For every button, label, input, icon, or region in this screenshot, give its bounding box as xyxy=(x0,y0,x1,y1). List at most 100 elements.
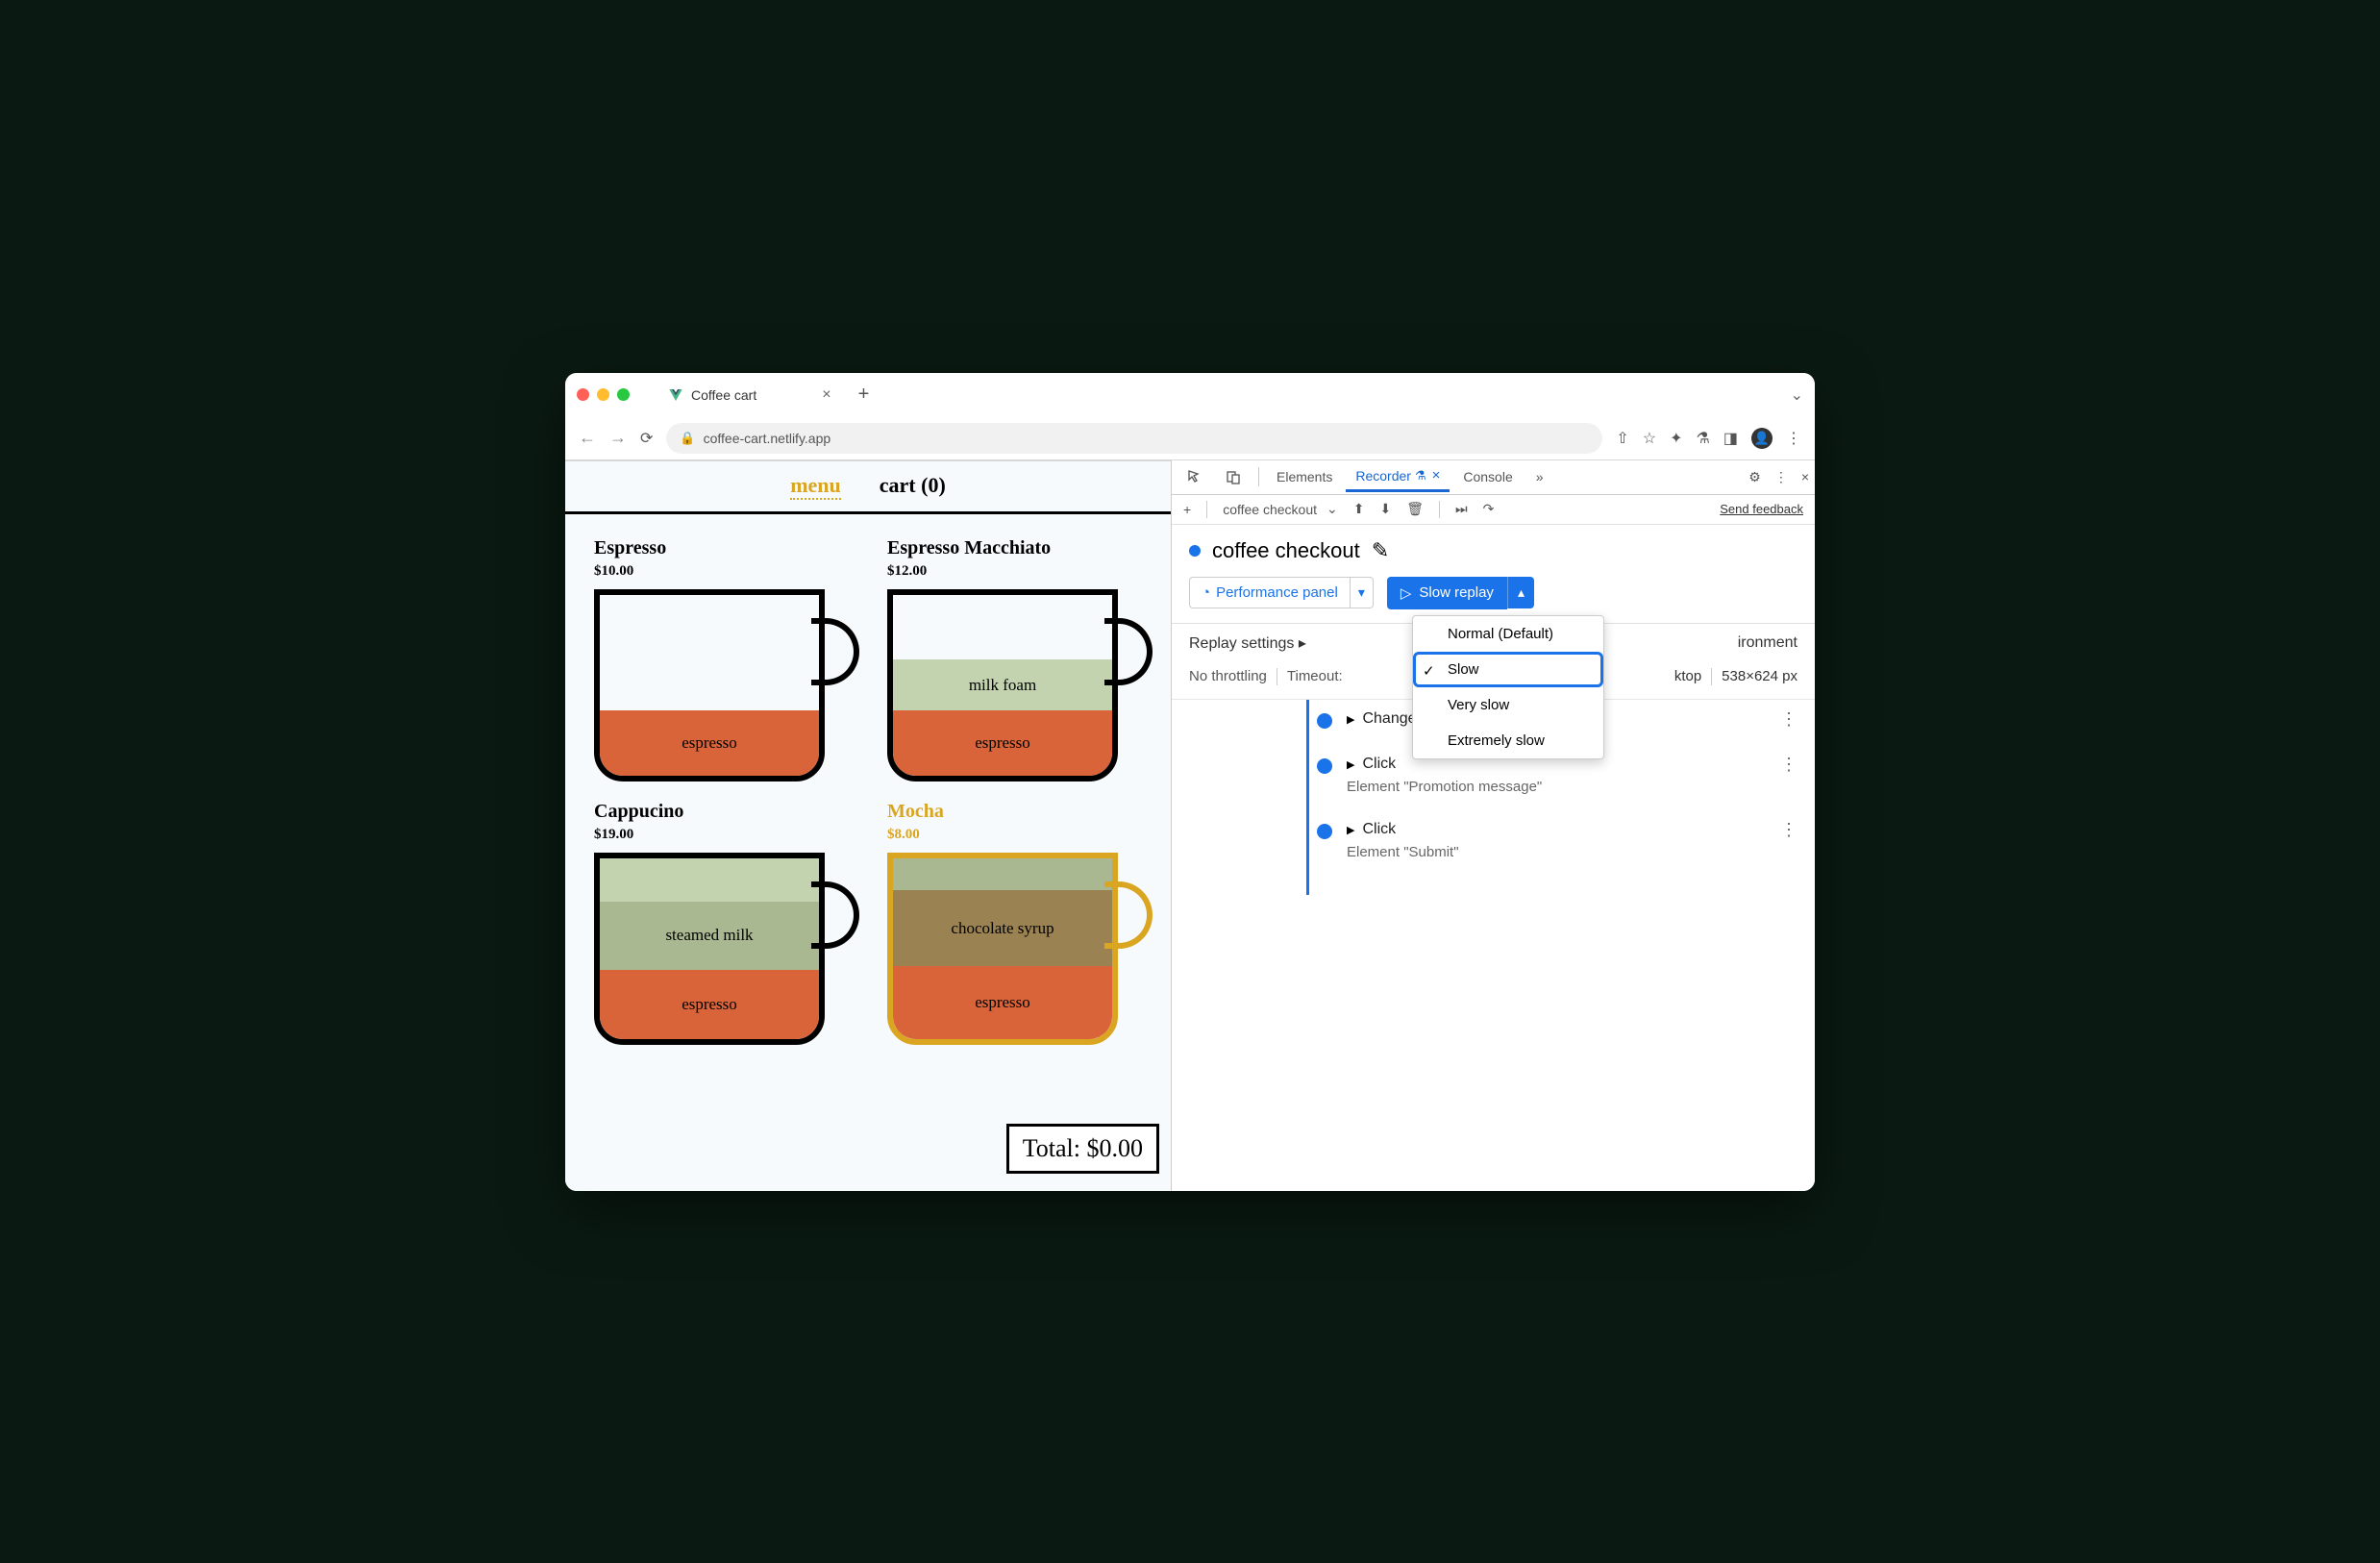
product-card[interactable]: Espresso Macchiato $12.00 milk foamespre… xyxy=(887,537,1142,782)
browser-tab[interactable]: Coffee cart × xyxy=(657,381,843,409)
step-dot xyxy=(1317,758,1332,774)
cup-layer: espresso xyxy=(600,710,819,776)
product-grid: Espresso $10.00 espresso Espresso Macchi… xyxy=(565,514,1171,1068)
speed-option[interactable]: Very slow xyxy=(1413,687,1603,723)
close-window-button[interactable] xyxy=(577,388,589,401)
step-over-icon[interactable]: ↷ xyxy=(1483,501,1495,517)
expand-icon[interactable]: ▶ xyxy=(1347,713,1354,726)
cup-graphic: milk foamespresso xyxy=(887,589,1118,782)
browser-window: Coffee cart × + ⌄ ← → ⟳ 🔒 coffee-cart.ne… xyxy=(565,373,1815,1191)
lock-icon: 🔒 xyxy=(680,431,695,446)
forward-button[interactable]: → xyxy=(609,428,627,448)
step-subtitle: Element "Promotion message" xyxy=(1347,779,1797,795)
delete-icon[interactable]: 🗑 xyxy=(1406,501,1424,517)
step-menu-icon[interactable]: ⋮ xyxy=(1780,820,1797,840)
tab-elements[interactable]: Elements xyxy=(1267,463,1342,490)
recorder-toolbar: + coffee checkout ⌄ ⬆ ⬇ 🗑 ⏭ ↷ Send feedb… xyxy=(1172,495,1815,525)
nav-menu-link[interactable]: menu xyxy=(790,473,841,500)
inspect-icon[interactable] xyxy=(1178,463,1212,490)
product-card[interactable]: Espresso $10.00 espresso xyxy=(594,537,849,782)
step-menu-icon[interactable]: ⋮ xyxy=(1780,755,1797,775)
recorder-step[interactable]: ▶ Click ⋮ Element "Promotion message" xyxy=(1189,755,1797,795)
product-price: $10.00 xyxy=(594,563,849,580)
cup-layer: steamed milk xyxy=(600,902,819,970)
timeout-label: Timeout: xyxy=(1287,668,1343,684)
replay-dropdown-button[interactable]: ▴ xyxy=(1507,577,1534,608)
extensions-icon[interactable]: ✦ xyxy=(1670,429,1682,448)
minimize-window-button[interactable] xyxy=(597,388,609,401)
content-area: menu cart (0) Espresso $10.00 espresso E… xyxy=(565,460,1815,1191)
window-controls xyxy=(577,388,630,401)
back-button[interactable]: ← xyxy=(579,428,596,448)
performance-panel-button[interactable]: ◔ Performance panel xyxy=(1189,577,1351,608)
product-price: $12.00 xyxy=(887,563,1142,580)
tab-recorder[interactable]: Recorder ⚗ × xyxy=(1346,461,1450,492)
cup-layer: chocolate syrup xyxy=(893,890,1112,966)
devtools-menu-icon[interactable]: ⋮ xyxy=(1774,469,1788,485)
reload-button[interactable]: ⟳ xyxy=(640,429,653,448)
tabs-dropdown-icon[interactable]: ⌄ xyxy=(1791,385,1803,405)
recording-name: coffee checkout xyxy=(1223,502,1317,517)
product-name: Cappucino xyxy=(594,801,849,823)
more-tabs-icon[interactable]: » xyxy=(1526,463,1553,490)
speed-option[interactable]: ✓Slow xyxy=(1413,652,1603,687)
dimensions-value: 538×624 px xyxy=(1722,668,1797,684)
product-card[interactable]: Cappucino $19.00 milk foamsteamed milkes… xyxy=(594,801,849,1045)
export-icon[interactable]: ⬆ xyxy=(1353,501,1365,517)
close-tab-icon[interactable]: × xyxy=(1432,467,1441,484)
product-card[interactable]: Mocha $8.00 whipped creamsteamed milkcho… xyxy=(887,801,1142,1045)
browser-toolbar: ← → ⟳ 🔒 coffee-cart.netlify.app ⇧ ☆ ✦ ⚗ … xyxy=(565,417,1815,460)
devtools-close-icon[interactable]: × xyxy=(1801,469,1809,484)
nav-cart-link[interactable]: cart (0) xyxy=(880,473,946,500)
step-dot xyxy=(1317,824,1332,839)
share-icon[interactable]: ⇧ xyxy=(1616,429,1628,448)
performance-dropdown-button[interactable]: ▾ xyxy=(1351,577,1374,608)
device-toggle-icon[interactable] xyxy=(1216,463,1251,490)
replay-settings-label[interactable]: Replay settings ▸ xyxy=(1189,633,1306,653)
new-recording-icon[interactable]: + xyxy=(1183,502,1191,517)
cup-graphic: milk foamsteamed milkespresso xyxy=(594,853,825,1045)
flask-icon[interactable]: ⚗ xyxy=(1697,429,1710,448)
divider xyxy=(1711,668,1712,685)
product-price: $19.00 xyxy=(594,827,849,843)
tab-console[interactable]: Console xyxy=(1453,463,1522,490)
step-title: Change xyxy=(1362,710,1416,728)
action-buttons: ◔ Performance panel ▾ ▷ Slow replay ▴ No… xyxy=(1172,577,1815,623)
new-tab-button[interactable]: + xyxy=(858,384,870,406)
cup-layer: milk foam xyxy=(893,659,1112,710)
cup-graphic: whipped creamsteamed milkchocolate syrup… xyxy=(887,853,1118,1045)
address-bar[interactable]: 🔒 coffee-cart.netlify.app xyxy=(666,423,1602,454)
recording-dropdown-icon[interactable]: ⌄ xyxy=(1326,501,1338,517)
panel-icon[interactable]: ◨ xyxy=(1723,429,1738,448)
desktop-value: ktop xyxy=(1674,668,1701,684)
cup-layer: espresso xyxy=(600,970,819,1038)
speed-option[interactable]: Normal (Default) xyxy=(1413,616,1603,652)
divider xyxy=(1258,467,1259,486)
recorder-step[interactable]: ▶ Click ⋮ Element "Submit" xyxy=(1189,820,1797,860)
gauge-icon: ◔ xyxy=(1202,584,1210,601)
edit-icon[interactable]: ✎ xyxy=(1372,538,1389,563)
kebab-menu-icon[interactable]: ⋮ xyxy=(1786,429,1801,448)
send-feedback-link[interactable]: Send feedback xyxy=(1720,502,1803,516)
bookmark-icon[interactable]: ☆ xyxy=(1643,429,1656,448)
step-title: Click xyxy=(1362,821,1396,838)
toolbar-icons: ⇧ ☆ ✦ ⚗ ◨ 👤 ⋮ xyxy=(1616,428,1801,449)
product-name: Espresso xyxy=(594,537,849,559)
speed-option[interactable]: Extremely slow xyxy=(1413,723,1603,758)
maximize-window-button[interactable] xyxy=(617,388,630,401)
step-menu-icon[interactable]: ⋮ xyxy=(1780,709,1797,730)
step-forward-icon[interactable]: ⏭ xyxy=(1455,501,1468,517)
cup-layer: steamed milk xyxy=(893,853,1112,891)
expand-icon[interactable]: ▶ xyxy=(1347,824,1354,836)
tab-close-icon[interactable]: × xyxy=(822,386,831,404)
url-text: coffee-cart.netlify.app xyxy=(704,431,831,446)
expand-icon[interactable]: ▶ xyxy=(1347,758,1354,771)
titlebar: Coffee cart × + ⌄ xyxy=(565,373,1815,417)
divider xyxy=(1439,501,1440,518)
settings-gear-icon[interactable]: ⚙ xyxy=(1748,469,1761,485)
import-icon[interactable]: ⬇ xyxy=(1379,501,1391,517)
recording-status-dot xyxy=(1189,545,1201,557)
replay-button[interactable]: ▷ Slow replay xyxy=(1387,577,1507,609)
profile-avatar[interactable]: 👤 xyxy=(1751,428,1773,449)
step-subtitle: Element "Submit" xyxy=(1347,844,1797,860)
